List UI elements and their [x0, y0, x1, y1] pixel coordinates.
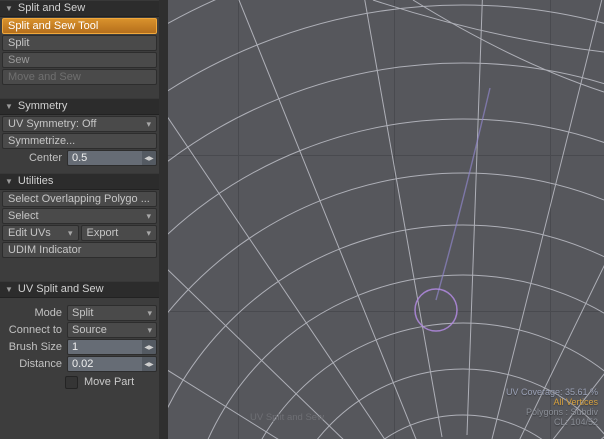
brush-size-label: Brush Size [2, 341, 67, 353]
export-dropdown[interactable]: Export ▾ [81, 225, 158, 241]
uv-symmetry-dropdown[interactable]: UV Symmetry: Off ▾ [2, 116, 157, 132]
select-dropdown[interactable]: Select ▾ [2, 208, 157, 224]
polygons-stat: Polygons : Subdiv [506, 407, 598, 417]
chevron-down-icon: ▾ [142, 226, 151, 240]
section-title: Split and Sew [18, 1, 85, 16]
move-and-sew-button: Move and Sew [2, 69, 157, 85]
section-title: Utilities [18, 174, 53, 189]
connect-to-dropdown[interactable]: Source ▾ [67, 322, 157, 338]
chevron-down-icon: ▾ [64, 226, 73, 240]
vertices-stat: All Vertices [506, 397, 598, 407]
spinner-arrows-icon[interactable]: ◀▶ [142, 357, 156, 371]
symmetrize-button[interactable]: Symmetrize... [2, 133, 157, 149]
brush-size-field[interactable]: 1 ◀▶ [67, 339, 157, 355]
collapse-triangle-icon: ▼ [5, 282, 13, 297]
collapse-triangle-icon: ▼ [5, 1, 13, 16]
move-part-checkbox[interactable] [65, 376, 78, 389]
viewport-stats: UV Coverage: 35.61 % All Vertices Polygo… [506, 387, 598, 427]
section-title: Symmetry [18, 99, 68, 114]
select-overlapping-button[interactable]: Select Overlapping Polygo ... [2, 191, 157, 207]
chevron-down-icon: ▾ [143, 325, 152, 336]
split-button[interactable]: Split [2, 35, 157, 51]
collapse-triangle-icon: ▼ [5, 99, 13, 114]
connect-to-label: Connect to [2, 324, 67, 336]
distance-label: Distance [2, 358, 67, 370]
section-title: UV Split and Sew [18, 282, 104, 297]
app-window: ▼ Split and Sew Split and Sew Tool Split… [0, 0, 604, 439]
mode-label: Mode [2, 307, 67, 319]
chevron-down-icon: ▾ [142, 209, 151, 223]
sew-button[interactable]: Sew [2, 52, 157, 68]
spacer [0, 298, 159, 304]
center-value[interactable]: 0.5 [68, 151, 142, 165]
udim-indicator-button[interactable]: UDIM Indicator [2, 242, 157, 258]
viewport-watermark: UV Split and Sew [250, 412, 324, 423]
center-label: Center [2, 152, 67, 164]
tool-panel: ▼ Split and Sew Split and Sew Tool Split… [0, 0, 159, 439]
spacer [0, 86, 159, 98]
section-header-uv-split-and-sew[interactable]: ▼ UV Split and Sew [0, 281, 159, 298]
chevron-down-icon: ▾ [143, 308, 152, 319]
spinner-arrows-icon[interactable]: ◀▶ [142, 340, 156, 354]
distance-value[interactable]: 0.02 [68, 357, 142, 371]
section-header-split-and-sew[interactable]: ▼ Split and Sew [0, 0, 159, 17]
cl-stat: CL: 104/52 [506, 417, 598, 427]
uv-coverage-stat: UV Coverage: 35.61 % [506, 387, 598, 397]
spacer [0, 259, 159, 281]
chevron-down-icon: ▾ [142, 117, 151, 131]
section-header-utilities[interactable]: ▼ Utilities [0, 173, 159, 190]
center-field[interactable]: 0.5 ◀▶ [67, 150, 157, 166]
uv-wireframe [168, 0, 604, 439]
spinner-arrows-icon[interactable]: ◀▶ [142, 151, 156, 165]
collapse-triangle-icon: ▼ [5, 174, 13, 189]
move-part-label: Move Part [84, 376, 134, 388]
distance-field[interactable]: 0.02 ◀▶ [67, 356, 157, 372]
brush-size-value[interactable]: 1 [68, 340, 142, 354]
mode-dropdown[interactable]: Split ▾ [67, 305, 157, 321]
split-and-sew-tool-button[interactable]: Split and Sew Tool [2, 18, 157, 34]
section-header-symmetry[interactable]: ▼ Symmetry [0, 98, 159, 115]
uv-viewport[interactable]: UV Split and Sew UV Coverage: 35.61 % Al… [168, 0, 604, 439]
edit-uvs-dropdown[interactable]: Edit UVs ▾ [2, 225, 79, 241]
